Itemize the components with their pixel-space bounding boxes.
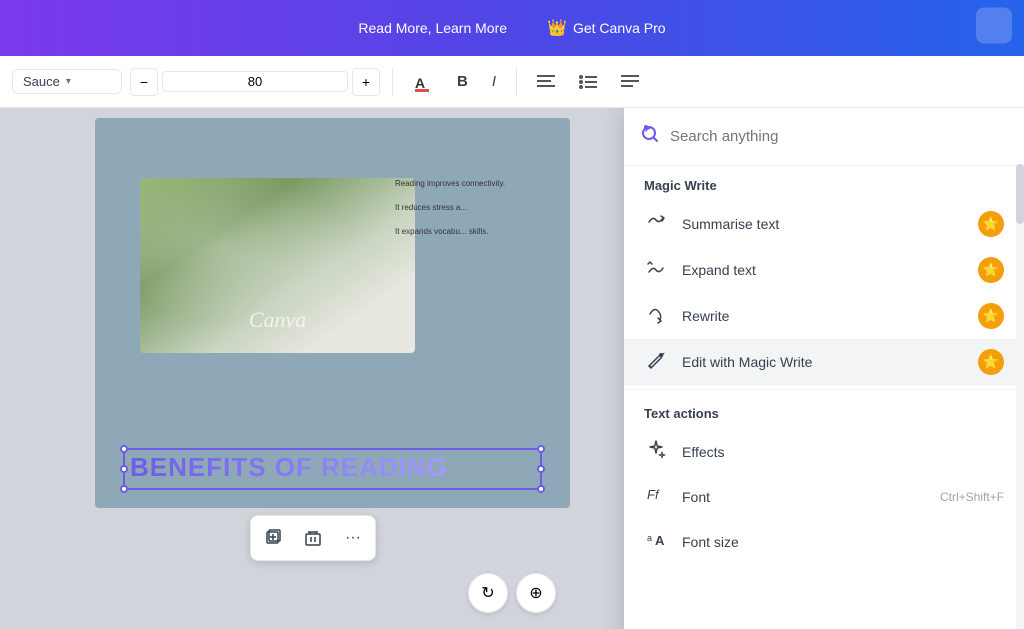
bottom-controls: ↻ ⊕ xyxy=(468,573,556,613)
header-link[interactable]: Read More, Learn More xyxy=(358,20,507,36)
more-format-button[interactable] xyxy=(613,71,647,93)
text-actions-section-title: Text actions xyxy=(624,394,1024,429)
header-pro[interactable]: 👑 Get Canva Pro xyxy=(547,18,666,38)
rotate-button[interactable]: ↻ xyxy=(468,573,508,613)
edit-magic-icon xyxy=(644,350,668,375)
handle-ml[interactable] xyxy=(120,465,128,473)
toolbar: Sauce ▾ − + A B I xyxy=(0,56,1024,108)
menu-divider xyxy=(624,389,1024,390)
canvas-area: Canva Reading improves connectivity. It … xyxy=(0,108,1024,629)
header: Read More, Learn More 👑 Get Canva Pro xyxy=(0,0,1024,56)
scroll-track xyxy=(1016,164,1024,629)
more-options-button[interactable]: ··· xyxy=(335,520,371,556)
handle-tr[interactable] xyxy=(537,445,545,453)
font-name: Sauce xyxy=(23,74,60,89)
rewrite-icon xyxy=(644,304,668,329)
design-title[interactable]: BENEFITS OF READING xyxy=(130,452,448,483)
design-text-3: It expands vocabu... skills. xyxy=(395,226,550,238)
scroll-thumb[interactable] xyxy=(1016,164,1024,224)
handle-bl[interactable] xyxy=(120,485,128,493)
search-bar xyxy=(624,108,1024,166)
font-size-increase[interactable]: + xyxy=(352,68,380,96)
expand-badge: ⭐ xyxy=(978,257,1004,283)
design-card[interactable]: Canva Reading improves connectivity. It … xyxy=(95,118,570,508)
font-size-icon: aA xyxy=(644,529,668,554)
font-label: Font xyxy=(682,489,926,505)
handle-br[interactable] xyxy=(537,485,545,493)
edit-magic-badge: ⭐ xyxy=(978,349,1004,375)
font-size-input[interactable] xyxy=(162,71,348,92)
font-shortcut: Ctrl+Shift+F xyxy=(940,490,1004,504)
header-action-button[interactable] xyxy=(976,8,1012,44)
design-text-1: Reading improves connectivity. xyxy=(395,178,550,190)
bold-button[interactable]: B xyxy=(449,69,476,94)
svg-text:a: a xyxy=(647,533,652,543)
design-text-2: It reduces stress a... xyxy=(395,202,550,214)
delete-button[interactable] xyxy=(295,520,331,556)
toolbar-divider-1 xyxy=(392,68,393,96)
summarise-badge: ⭐ xyxy=(978,211,1004,237)
edit-magic-label: Edit with Magic Write xyxy=(682,354,964,370)
pro-label: Get Canva Pro xyxy=(573,20,666,36)
effects-item[interactable]: Effects xyxy=(624,429,1024,474)
rewrite-item[interactable]: Rewrite ⭐ xyxy=(624,293,1024,339)
dropdown-menu: Magic Write Summarise text ⭐ Expand text… xyxy=(624,108,1024,629)
header-right xyxy=(976,8,1012,49)
search-input[interactable] xyxy=(670,128,1008,145)
rewrite-label: Rewrite xyxy=(682,308,964,324)
duplicate-button[interactable] xyxy=(255,520,291,556)
italic-button[interactable]: I xyxy=(484,69,504,94)
font-selector[interactable]: Sauce ▾ xyxy=(12,69,122,94)
canva-watermark: Canva xyxy=(249,307,306,333)
effects-icon xyxy=(644,439,668,464)
handle-mr[interactable] xyxy=(537,465,545,473)
move-button[interactable]: ⊕ xyxy=(516,573,556,613)
font-item[interactable]: Ff Font Ctrl+Shift+F xyxy=(624,474,1024,519)
search-icon xyxy=(640,124,660,149)
crown-icon: 👑 xyxy=(547,18,567,38)
handle-tl[interactable] xyxy=(120,445,128,453)
rewrite-badge: ⭐ xyxy=(978,303,1004,329)
magic-write-section-title: Magic Write xyxy=(624,166,1024,201)
font-size-item[interactable]: aA Font size xyxy=(624,519,1024,564)
context-toolbar: ··· xyxy=(250,515,376,561)
effects-label: Effects xyxy=(682,444,1004,460)
summarise-icon xyxy=(644,212,668,237)
design-text-block: Reading improves connectivity. It reduce… xyxy=(395,178,550,238)
font-size-decrease[interactable]: − xyxy=(130,68,158,96)
svg-text:Ff: Ff xyxy=(647,487,660,502)
summarise-item[interactable]: Summarise text ⭐ xyxy=(624,201,1024,247)
design-image: Canva xyxy=(140,178,415,353)
svg-text:A: A xyxy=(655,533,665,548)
svg-text:A: A xyxy=(415,75,425,91)
align-button[interactable] xyxy=(529,71,563,93)
expand-item[interactable]: Expand text ⭐ xyxy=(624,247,1024,293)
list-button[interactable] xyxy=(571,71,605,93)
expand-icon xyxy=(644,258,668,283)
font-size-label: Font size xyxy=(682,534,1004,550)
expand-label: Expand text xyxy=(682,262,964,278)
edit-magic-item[interactable]: Edit with Magic Write ⭐ xyxy=(624,339,1024,385)
toolbar-divider-2 xyxy=(516,68,517,96)
chevron-down-icon: ▾ xyxy=(66,76,71,87)
font-icon: Ff xyxy=(644,484,668,509)
summarise-label: Summarise text xyxy=(682,216,964,232)
font-size-control: − + xyxy=(130,68,380,96)
font-color-button[interactable]: A xyxy=(405,68,441,96)
